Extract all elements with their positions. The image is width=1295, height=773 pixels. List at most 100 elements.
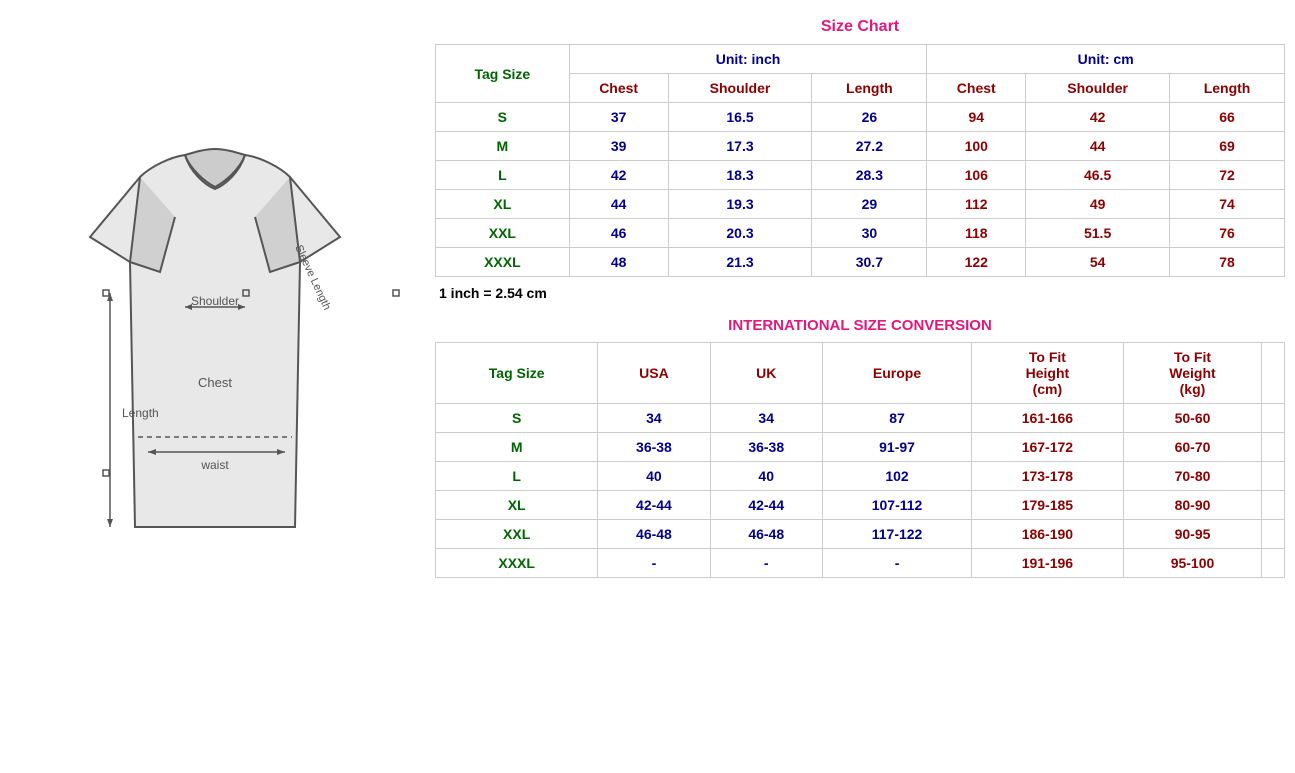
table-row: S 37 16.5 26 94 42 66 (436, 103, 1285, 132)
length-cm: 72 (1170, 161, 1285, 190)
intl-extra (1262, 520, 1285, 549)
length-inch: 26 (812, 103, 927, 132)
intl-usa: 42-44 (598, 491, 710, 520)
table-row: M 39 17.3 27.2 100 44 69 (436, 132, 1285, 161)
chest-inch: 42 (569, 161, 668, 190)
intl-weight: 80-90 (1123, 491, 1262, 520)
length-inch-header: Length (812, 74, 927, 103)
shoulder-inch: 19.3 (668, 190, 812, 219)
intl-height: 179-185 (972, 491, 1123, 520)
chest-cm: 100 (927, 132, 1026, 161)
intl-uk: - (710, 549, 822, 578)
intl-europe: 91-97 (822, 433, 971, 462)
intl-uk: 36-38 (710, 433, 822, 462)
intl-weight: 50-60 (1123, 404, 1262, 433)
intl-usa: 46-48 (598, 520, 710, 549)
length-cm: 78 (1170, 248, 1285, 277)
intl-size-label: XL (436, 491, 598, 520)
length-inch: 30.7 (812, 248, 927, 277)
intl-height: 191-196 (972, 549, 1123, 578)
intl-size-label: XXXL (436, 549, 598, 578)
intl-weight: 90-95 (1123, 520, 1262, 549)
size-chart-table: Tag Size Unit: inch Unit: cm Chest Shoul… (435, 44, 1285, 277)
shoulder-inch: 18.3 (668, 161, 812, 190)
size-label: XXXL (436, 248, 570, 277)
svg-text:waist: waist (200, 458, 229, 472)
intl-extra (1262, 462, 1285, 491)
shoulder-cm: 49 (1026, 190, 1170, 219)
chest-inch: 48 (569, 248, 668, 277)
length-inch: 28.3 (812, 161, 927, 190)
intl-usa-header: USA (598, 343, 710, 404)
size-label: M (436, 132, 570, 161)
intl-size-label: XXL (436, 520, 598, 549)
length-cm: 69 (1170, 132, 1285, 161)
shoulder-inch: 17.3 (668, 132, 812, 161)
intl-height-header: To FitHeight(cm) (972, 343, 1123, 404)
chest-cm: 118 (927, 219, 1026, 248)
right-panel: Size Chart Tag Size Unit: inch Unit: cm … (430, 0, 1295, 588)
size-label: L (436, 161, 570, 190)
table-row: XL 44 19.3 29 112 49 74 (436, 190, 1285, 219)
shoulder-cm: 51.5 (1026, 219, 1170, 248)
chest-cm: 112 (927, 190, 1026, 219)
shoulder-inch-header: Shoulder (668, 74, 812, 103)
table-row: L 40 40 102 173-178 70-80 (436, 462, 1285, 491)
size-chart-title: Size Chart (435, 10, 1285, 44)
conversion-note: 1 inch = 2.54 cm (435, 277, 1285, 309)
intl-europe-header: Europe (822, 343, 971, 404)
intl-europe: 107-112 (822, 491, 971, 520)
intl-size-label: S (436, 404, 598, 433)
chest-inch: 46 (569, 219, 668, 248)
table-row: XXL 46 20.3 30 118 51.5 76 (436, 219, 1285, 248)
shoulder-inch: 16.5 (668, 103, 812, 132)
intl-weight-header: To FitWeight(kg) (1123, 343, 1262, 404)
intl-usa: 36-38 (598, 433, 710, 462)
intl-usa: 40 (598, 462, 710, 491)
table-row: XXXL - - - 191-196 95-100 (436, 549, 1285, 578)
chest-cm: 106 (927, 161, 1026, 190)
intl-table: Tag Size USA UK Europe To FitHeight(cm) … (435, 342, 1285, 578)
intl-europe: 87 (822, 404, 971, 433)
intl-uk: 42-44 (710, 491, 822, 520)
svg-text:Length: Length (122, 406, 159, 420)
length-inch: 30 (812, 219, 927, 248)
length-cm-header: Length (1170, 74, 1285, 103)
shoulder-cm: 46.5 (1026, 161, 1170, 190)
length-inch: 29 (812, 190, 927, 219)
intl-extra (1262, 433, 1285, 462)
intl-uk: 34 (710, 404, 822, 433)
length-inch: 27.2 (812, 132, 927, 161)
shoulder-cm-header: Shoulder (1026, 74, 1170, 103)
length-cm: 66 (1170, 103, 1285, 132)
intl-extra-header (1262, 343, 1285, 404)
size-label: S (436, 103, 570, 132)
intl-europe: - (822, 549, 971, 578)
chest-cm: 94 (927, 103, 1026, 132)
table-row: S 34 34 87 161-166 50-60 (436, 404, 1285, 433)
intl-height: 167-172 (972, 433, 1123, 462)
table-row: XL 42-44 42-44 107-112 179-185 80-90 (436, 491, 1285, 520)
table-row: M 36-38 36-38 91-97 167-172 60-70 (436, 433, 1285, 462)
unit-inch-header: Unit: inch (569, 45, 927, 74)
intl-height: 173-178 (972, 462, 1123, 491)
length-cm: 76 (1170, 219, 1285, 248)
size-label: XL (436, 190, 570, 219)
intl-weight: 70-80 (1123, 462, 1262, 491)
intl-usa: 34 (598, 404, 710, 433)
shoulder-cm: 42 (1026, 103, 1170, 132)
chest-inch-header: Chest (569, 74, 668, 103)
intl-height: 161-166 (972, 404, 1123, 433)
chest-inch: 44 (569, 190, 668, 219)
shoulder-cm: 44 (1026, 132, 1170, 161)
length-cm: 74 (1170, 190, 1285, 219)
intl-height: 186-190 (972, 520, 1123, 549)
intl-extra (1262, 491, 1285, 520)
diagram-panel: Shoulder Sleeve Length Chest Length wais… (0, 0, 430, 773)
tag-size-header: Tag Size (436, 45, 570, 103)
shoulder-cm: 54 (1026, 248, 1170, 277)
intl-uk: 46-48 (710, 520, 822, 549)
chest-cm-header: Chest (927, 74, 1026, 103)
unit-cm-header: Unit: cm (927, 45, 1285, 74)
shoulder-inch: 21.3 (668, 248, 812, 277)
